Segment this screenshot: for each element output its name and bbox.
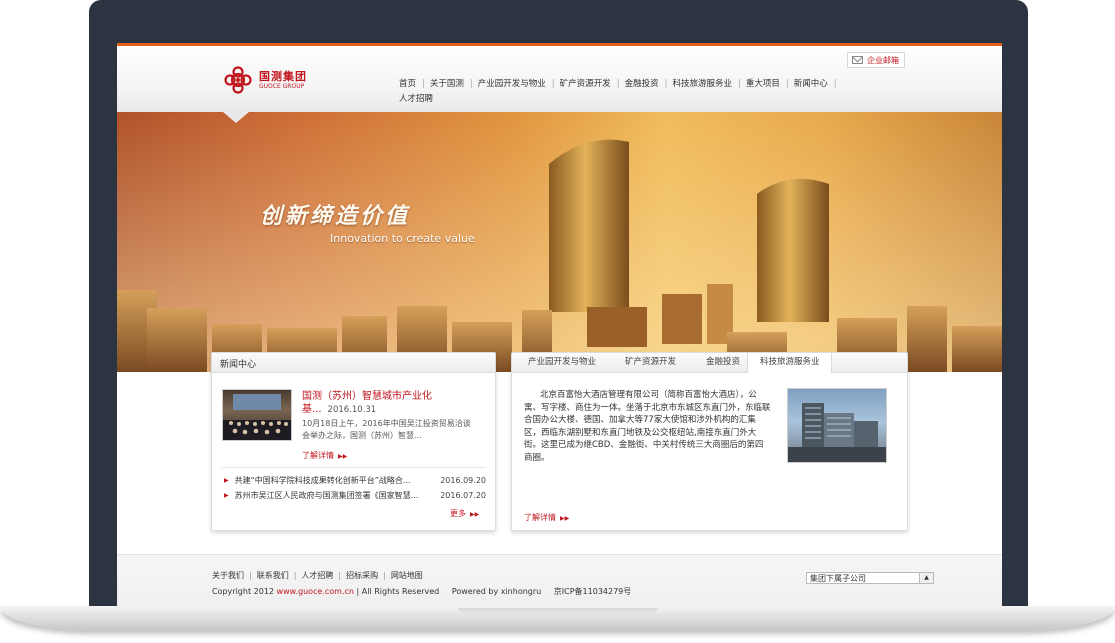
- business-more-label: 了解详情: [524, 513, 556, 522]
- nav-separator: |: [833, 79, 837, 89]
- footer-link-procurement[interactable]: 招标采购: [346, 571, 378, 580]
- enterprise-mail-label: 企业邮箱: [867, 55, 899, 65]
- footer-separator: |: [338, 571, 342, 580]
- site-logo[interactable]: 国测集团 GUOCE GROUP: [221, 63, 331, 97]
- news-panel-header: 新闻中心: [212, 353, 495, 373]
- news-list-item-title: 共建“中国科学院科技成果转化创新平台”战略合...: [234, 476, 411, 485]
- powered-by-text: Powered by xinhongru: [451, 587, 542, 596]
- news-featured-image[interactable]: [222, 389, 292, 441]
- tab-tech-tourism[interactable]: 科技旅游服务业: [747, 353, 832, 373]
- news-divider: [222, 467, 485, 469]
- bullet-arrow-icon: ▶: [224, 492, 229, 499]
- footer-links: 关于我们 | 联系我们 | 人才招聘 | 招标采购 | 网站地图: [212, 570, 423, 581]
- subsidiary-select[interactable]: 集团下属子公司 ▲: [806, 572, 934, 584]
- footer-separator: |: [249, 571, 252, 580]
- nav-separator: |: [616, 79, 620, 89]
- news-featured-date: 2016.10.31: [327, 405, 377, 415]
- copyright-text: Copyright 2012: [212, 587, 274, 596]
- news-featured-title-link[interactable]: 国测（苏州）智慧城市产业化基... 2016.10.31: [302, 390, 482, 417]
- nav-item-tech-tourism[interactable]: 科技旅游服务业: [672, 77, 732, 92]
- business-more-link[interactable]: 了解详情 ▶▶: [524, 512, 569, 523]
- nav-item-careers[interactable]: 人才招聘: [399, 92, 433, 107]
- double-arrow-right-icon: ▶▶: [560, 515, 570, 522]
- main-nav: 首页 | 关于国测 | 产业园开发与物业 | 矿产资源开发 | 金融投资 | 科技旅游服务业 | 重大项…: [399, 77, 869, 107]
- news-list-item[interactable]: ▶ 共建“中国科学院科技成果转化创新平台”战略合... 2016.09.20: [224, 473, 486, 488]
- news-featured-more-link[interactable]: 了解详情 ▶▶: [302, 450, 347, 461]
- business-tabs: 产业园开发与物业 矿产资源开发 金融投资 科技旅游服务业: [512, 353, 907, 373]
- nav-separator: |: [785, 79, 789, 89]
- double-arrow-right-icon: ▶▶: [470, 511, 480, 518]
- hero-banner: 创新缔造价值 Innovation to create value: [117, 112, 1002, 372]
- city-skyline-image: [117, 112, 1002, 372]
- news-list: ▶ 共建“中国科学院科技成果转化创新平台”战略合... 2016.09.20 ▶…: [224, 473, 486, 503]
- banner-slogan-chinese: 创新缔造价值: [260, 203, 411, 229]
- nav-item-finance[interactable]: 金融投资: [625, 77, 659, 92]
- tab-industrial-park[interactable]: 产业园开发与物业: [512, 353, 609, 372]
- footer-link-about[interactable]: 关于我们: [212, 571, 244, 580]
- site-footer: 关于我们 | 联系我们 | 人才招聘 | 招标采购 | 网站地图 Copyright 2012 …: [117, 554, 1002, 608]
- business-panel: 产业园开发与物业 矿产资源开发 金融投资 科技旅游服务业 北京百富怡大酒店管理有…: [511, 352, 908, 531]
- dropdown-arrow-icon[interactable]: ▲: [919, 573, 933, 583]
- nav-separator: |: [737, 79, 741, 89]
- nav-item-major-projects[interactable]: 重大项目: [746, 77, 780, 92]
- nav-separator: |: [469, 79, 473, 89]
- footer-link-sitemap[interactable]: 网站地图: [391, 571, 423, 580]
- tab-mineral[interactable]: 矿产资源开发: [609, 353, 690, 372]
- logo-english-name: GUOCE GROUP: [259, 83, 305, 90]
- nav-item-mineral[interactable]: 矿产资源开发: [560, 77, 611, 92]
- footer-site-url[interactable]: www.guoce.com.cn: [277, 587, 354, 596]
- news-list-item-title: 苏州市吴江区人民政府与国测集团签署《国家智慧...: [234, 491, 419, 500]
- double-arrow-right-icon: ▶▶: [338, 453, 348, 460]
- subsidiary-select-value: 集团下属子公司: [810, 574, 866, 583]
- hotel-photo[interactable]: [787, 388, 887, 463]
- icp-license-text: 京ICP备11034279号: [553, 587, 632, 596]
- footer-link-careers[interactable]: 人才招聘: [301, 571, 333, 580]
- website-screen: 国测集团 GUOCE GROUP 企业邮箱 首页 | 关于国测 | 产业园开发与物业 | 矿…: [117, 43, 1002, 608]
- logo-chinese-name: 国测集团: [259, 70, 307, 83]
- footer-separator: |: [293, 571, 297, 580]
- nav-separator: |: [551, 79, 555, 89]
- nav-item-about[interactable]: 关于国测: [430, 77, 464, 92]
- footer-copyright: Copyright 2012 www.guoce.com.cn | All Ri…: [212, 586, 631, 597]
- news-panel: 新闻中心 国测（苏州）智慧城市产业化基... 2016.10.31 10月18日上…: [211, 352, 496, 531]
- footer-link-contact[interactable]: 联系我们: [257, 571, 289, 580]
- nav-separator: |: [664, 79, 668, 89]
- envelope-icon: [852, 56, 863, 64]
- hotel-building-image: [788, 403, 886, 462]
- news-list-item-date: 2016.07.20: [440, 491, 486, 500]
- nav-separator: |: [422, 79, 425, 89]
- bullet-arrow-icon: ▶: [224, 477, 229, 484]
- news-featured-summary: 10月18日上午，2016年中国吴江投资贸易洽谈会举办之际，国测（苏州）智慧..…: [302, 419, 471, 440]
- tab-finance[interactable]: 金融投资: [690, 353, 747, 372]
- header-pointer: [223, 112, 249, 123]
- news-more-link[interactable]: 更多 ▶▶: [450, 508, 479, 519]
- enterprise-mail-button[interactable]: 企业邮箱: [847, 52, 905, 68]
- site-header: 国测集团 GUOCE GROUP 企业邮箱 首页 | 关于国测 | 产业园开发与物业 | 矿…: [117, 46, 1002, 112]
- knot-logo-icon: [224, 66, 252, 94]
- news-more-label: 更多: [450, 509, 466, 518]
- news-list-item[interactable]: ▶ 苏州市吴江区人民政府与国测集团签署《国家智慧... 2016.07.20: [224, 488, 486, 503]
- conference-photo: [223, 394, 291, 440]
- news-panel-title: 新闻中心: [220, 360, 257, 370]
- nav-item-industrial-park[interactable]: 产业园开发与物业: [478, 77, 546, 92]
- news-featured-more-label: 了解详情: [302, 451, 334, 460]
- rights-text: | All Rights Reserved: [356, 587, 440, 596]
- nav-item-news[interactable]: 新闻中心: [794, 77, 828, 92]
- business-description: 北京百富怡大酒店管理有限公司（简称百富怡大酒店），公寓、写字楼、商住为一体。坐落…: [524, 390, 771, 463]
- footer-separator: |: [383, 571, 386, 580]
- banner-slogan-english: Innovation to create value: [330, 232, 475, 245]
- nav-item-home[interactable]: 首页: [399, 77, 416, 92]
- news-list-item-date: 2016.09.20: [440, 476, 486, 485]
